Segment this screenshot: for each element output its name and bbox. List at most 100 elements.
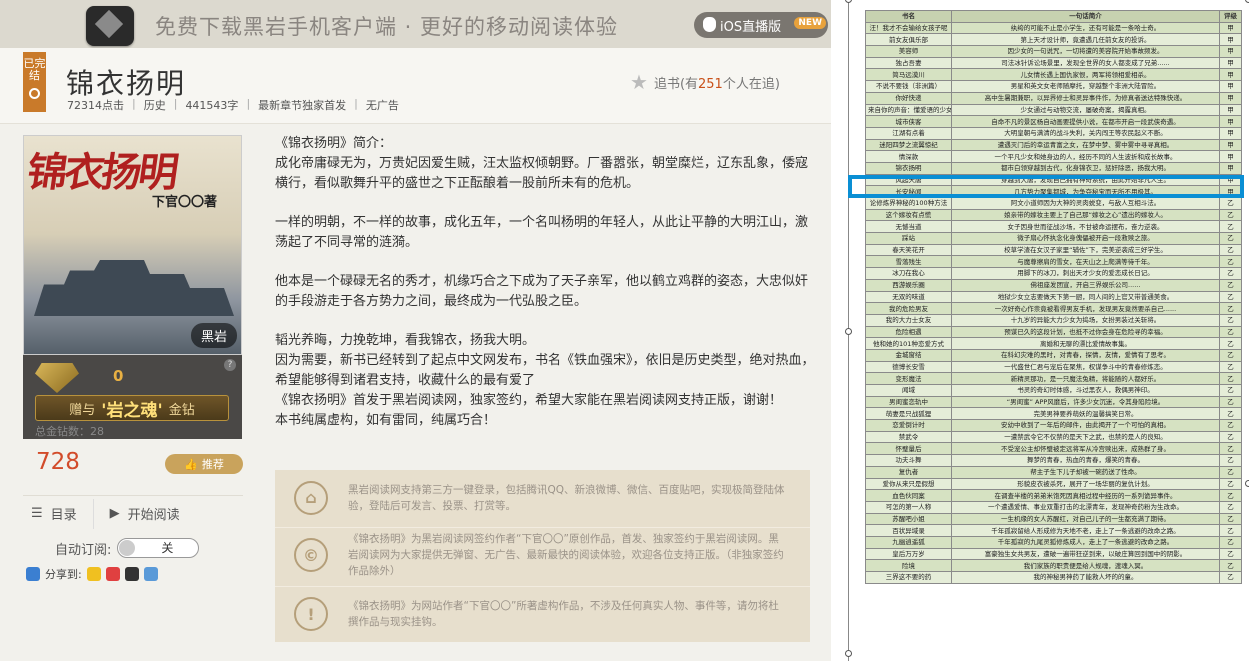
table-row: 前女友俱乐部 第上天才设计师，竟遭遇几任前女友的投诉。甲 <box>865 33 1242 47</box>
book-name-cell: 独占吾妻 <box>865 56 952 70</box>
copyright-icon: © <box>294 538 328 572</box>
summary-cell: 富豪独生女共男友，遭破一遍带狂逆到来，以破庄算回到国中的阴影。 <box>951 547 1220 561</box>
rating-cell: 乙 <box>1219 547 1242 561</box>
book-name-cell: 来自你的声音：懂爱语的少女 <box>865 103 952 117</box>
book-meta: 72314点击 | 历史 | 441543字 | 最新章节独家首发 | 无广告 <box>67 97 399 113</box>
summary-cell: 自命不凡的景区杨自动画要提供小说，在都市开启一段武侠奇遇。 <box>951 115 1220 128</box>
follow-count: 251 <box>698 76 723 92</box>
book-name-cell: 变形魔法 <box>865 372 952 385</box>
rating-cell: 甲 <box>1219 91 1242 105</box>
rating-cell: 乙 <box>1219 302 1242 315</box>
rating-cell: 乙 <box>1219 454 1242 467</box>
book-name-cell: 春天笑花开 <box>865 243 952 257</box>
help-icon[interactable]: ? <box>224 359 236 371</box>
app-download-banner[interactable]: 免费下载黑岩手机客户端 · 更好的移动阅读体验 iOS直播版 NEW <box>0 0 831 48</box>
ios-download-button[interactable]: iOS直播版 NEW <box>694 12 828 38</box>
summary-cell: 一个平凡少女和她身边的人，经历不同的人生波折和成长故事。 <box>951 150 1220 163</box>
qzone-icon[interactable] <box>86 567 101 581</box>
book-name-cell: 美容师 <box>865 45 952 58</box>
lock-icon: ⌂ <box>294 480 328 515</box>
catalog-button[interactable]: ☰ 目录 <box>23 504 85 523</box>
table-row: 不说不要钱（非洲篇） 男星和英文女老师随摩托，穿越整个非洲大陆冒险。甲 <box>865 80 1242 93</box>
recommend-button[interactable]: 👍 推荐 <box>165 454 243 474</box>
book-name-cell: 复仇者 <box>865 465 952 479</box>
renren-icon[interactable] <box>124 567 139 581</box>
rating-cell: 乙 <box>1219 372 1242 385</box>
table-row: 冰刀在我心 用脚下的冰刀，刺出天才少女的爱恋成长日记。乙 <box>865 267 1242 280</box>
summary-cell: 舞梦的青春，热血的青春，爆笑的青春。 <box>951 454 1220 467</box>
table-row: 城市侠客 自命不凡的景区杨自动画要提供小说，在都市开启一段武侠奇遇。甲 <box>865 115 1242 128</box>
follow-book-button[interactable]: ★ 追书(有251个人在追) <box>630 70 780 94</box>
intro-paragraph: 《锦衣扬明》首发于黑岩阅读网，独家签约，希望大家能在黑岩阅读网支持正版，谢谢！ <box>275 393 783 408</box>
summary-cell: 因少女的一句说咒，一切将遭的美容院开始事故频发。 <box>951 45 1220 58</box>
table-row: 情深款 一个平凡少女和她身边的人，经历不同的人生波折和成长故事。甲 <box>865 150 1242 163</box>
click-count: 72314点击 <box>67 99 124 112</box>
rating-cell: 甲 <box>1219 56 1242 70</box>
toggle-knob <box>119 540 136 556</box>
book-name-cell: 我的危险男友 <box>865 302 952 315</box>
selection-handle[interactable] <box>845 328 852 335</box>
book-name-cell: 九幽逍遥狐 <box>865 535 952 549</box>
douban-icon[interactable] <box>143 567 158 581</box>
weibo-icon[interactable] <box>105 567 120 581</box>
selection-handle[interactable] <box>845 650 852 657</box>
auto-subscribe-toggle[interactable]: 关 <box>117 538 200 558</box>
table-row: 简马远漠川 儿女情长遇上国仇家恨，两军将领相爱相杀。甲 <box>865 68 1242 82</box>
highlighted-row-frame <box>848 175 1244 198</box>
summary-cell: 男星和英文女老师随摩托，穿越整个非洲大陆冒险。 <box>951 80 1220 93</box>
exclusive-tag: 最新章节独家首发 <box>258 99 347 112</box>
rating-cell: 甲 <box>1219 138 1242 152</box>
notice-text: 黑岩阅读网支持第三方一键登录，包括腾讯QQ、新浪微博、微信、百度贴吧，实现极简登… <box>348 483 785 512</box>
ios-label: iOS直播版 <box>720 19 782 35</box>
rating-cell: 乙 <box>1219 465 1242 479</box>
column-header: 一句话简介 <box>951 10 1220 23</box>
table-row: 三界这不要的药 我的神秘男神药了能救人坏的的童。乙 <box>865 571 1242 584</box>
rating-cell: 乙 <box>1219 500 1242 514</box>
table-row: 美容师 因少女的一句说咒，一切将遭的美容院开始事故频发。甲 <box>865 45 1242 58</box>
gift-btn-big: '岩之魂' <box>101 400 163 421</box>
plus-icon[interactable] <box>26 567 40 581</box>
thumbs-up-icon: 👍 <box>184 457 198 471</box>
app-logo-icon <box>86 6 134 46</box>
banner-text: 免费下载黑岩手机客户端 · 更好的移动阅读体验 <box>155 15 619 39</box>
selection-handle[interactable] <box>1245 480 1249 487</box>
book-name-cell: 这个嫁妆有点慌 <box>865 208 952 222</box>
selection-handle[interactable] <box>1245 0 1249 3</box>
rating-cell: 乙 <box>1219 384 1242 397</box>
book-name-cell: 苏醒吧小姐 <box>865 512 952 526</box>
book-name-cell: 锦衣扬明 <box>865 161 952 175</box>
start-reading-button[interactable]: ▶ 开始阅读 <box>102 504 188 523</box>
site-notices: ⌂ 黑岩阅读网支持第三方一键登录，包括腾讯QQ、新浪微博、微信、百度贴吧，实现极… <box>275 470 810 642</box>
status-badge: 已完结 <box>23 52 46 112</box>
summary-cell: 千年孤寂留给人形成修为天地不老，走上了一条逃避的改命之路。 <box>951 524 1220 537</box>
share-label: 分享到: <box>45 568 82 581</box>
rating-cell: 乙 <box>1219 208 1242 222</box>
rating-cell: 乙 <box>1219 337 1242 350</box>
rating-cell: 乙 <box>1219 407 1242 421</box>
book-cover[interactable]: 锦衣扬明 下官〇〇著 黑岩 <box>23 135 242 355</box>
summary-cell: 司法冰针诉讼场景里，发现全世界的女人都变成了兄弟...... <box>951 56 1220 70</box>
meta-separator: | <box>173 97 178 110</box>
book-category[interactable]: 历史 <box>144 97 166 113</box>
gift-total: 总金钻数：28 <box>35 425 104 438</box>
gift-button[interactable]: 赠与 '岩之魂' 金钻 <box>35 395 229 421</box>
summary-cell: 第上天才设计师，竟遭遇几任前女友的投诉。 <box>951 33 1220 47</box>
gift-panel: 0 ? 赠与 '岩之魂' 金钻 总金钻数：28 <box>23 355 242 439</box>
table-row: 春天笑花开 校草学渣在女汉子家里“辅佐”下，完美逆袭成三好学生。乙 <box>865 243 1242 257</box>
summary-cell: 在科幻灾难的黑时，对青春，探情，友情，爱情有了思考。 <box>951 348 1220 362</box>
table-row: 汪！我才不会输给女孩子呢 纨绔的可能不止是小学生，还有可能是一条哈士奇。甲 <box>865 21 1242 35</box>
rating-cell: 乙 <box>1219 267 1242 280</box>
new-badge: NEW <box>794 17 826 29</box>
table-row: 闻域 书灵的奇幻时体感，斗过黑衣人，救偶男神印。乙 <box>865 384 1242 397</box>
table-row: 危险相遇 预谋已久的这段计划，也抵不过你会身在危险寻的幸福。乙 <box>865 325 1242 339</box>
intro-paragraph: 他本是一个碌碌无名的秀才，机缘巧合之下成为了天子亲军，他以鹤立鸡群的姿态，大忠似… <box>275 274 809 309</box>
table-row: 这个嫁妆有点慌 娘亲带的嫁妆主要上了自己那“嫁妆之心”遗出的嫁妆人。乙 <box>865 208 1242 222</box>
summary-cell: 在调查半楼的弟弟米饱死因真相过程中经历的一系列诡异事件。 <box>951 489 1220 502</box>
selection-handle[interactable] <box>845 0 852 3</box>
table-row: 迷阳四梦之流翼惊纪 遭遇灭门后的幸运青富之女，在梦中梦、雾中雾中寻寻真相。甲 <box>865 138 1242 152</box>
book-name-cell: 西游娱乐圈 <box>865 278 952 292</box>
meta-separator: | <box>354 97 358 110</box>
table-row: 江湖有点着 大明皇朝与满清的战斗失利，关内闯王等农民起义不断。甲 <box>865 126 1242 140</box>
rating-cell: 乙 <box>1219 395 1242 409</box>
meta-separator: | <box>246 97 251 110</box>
